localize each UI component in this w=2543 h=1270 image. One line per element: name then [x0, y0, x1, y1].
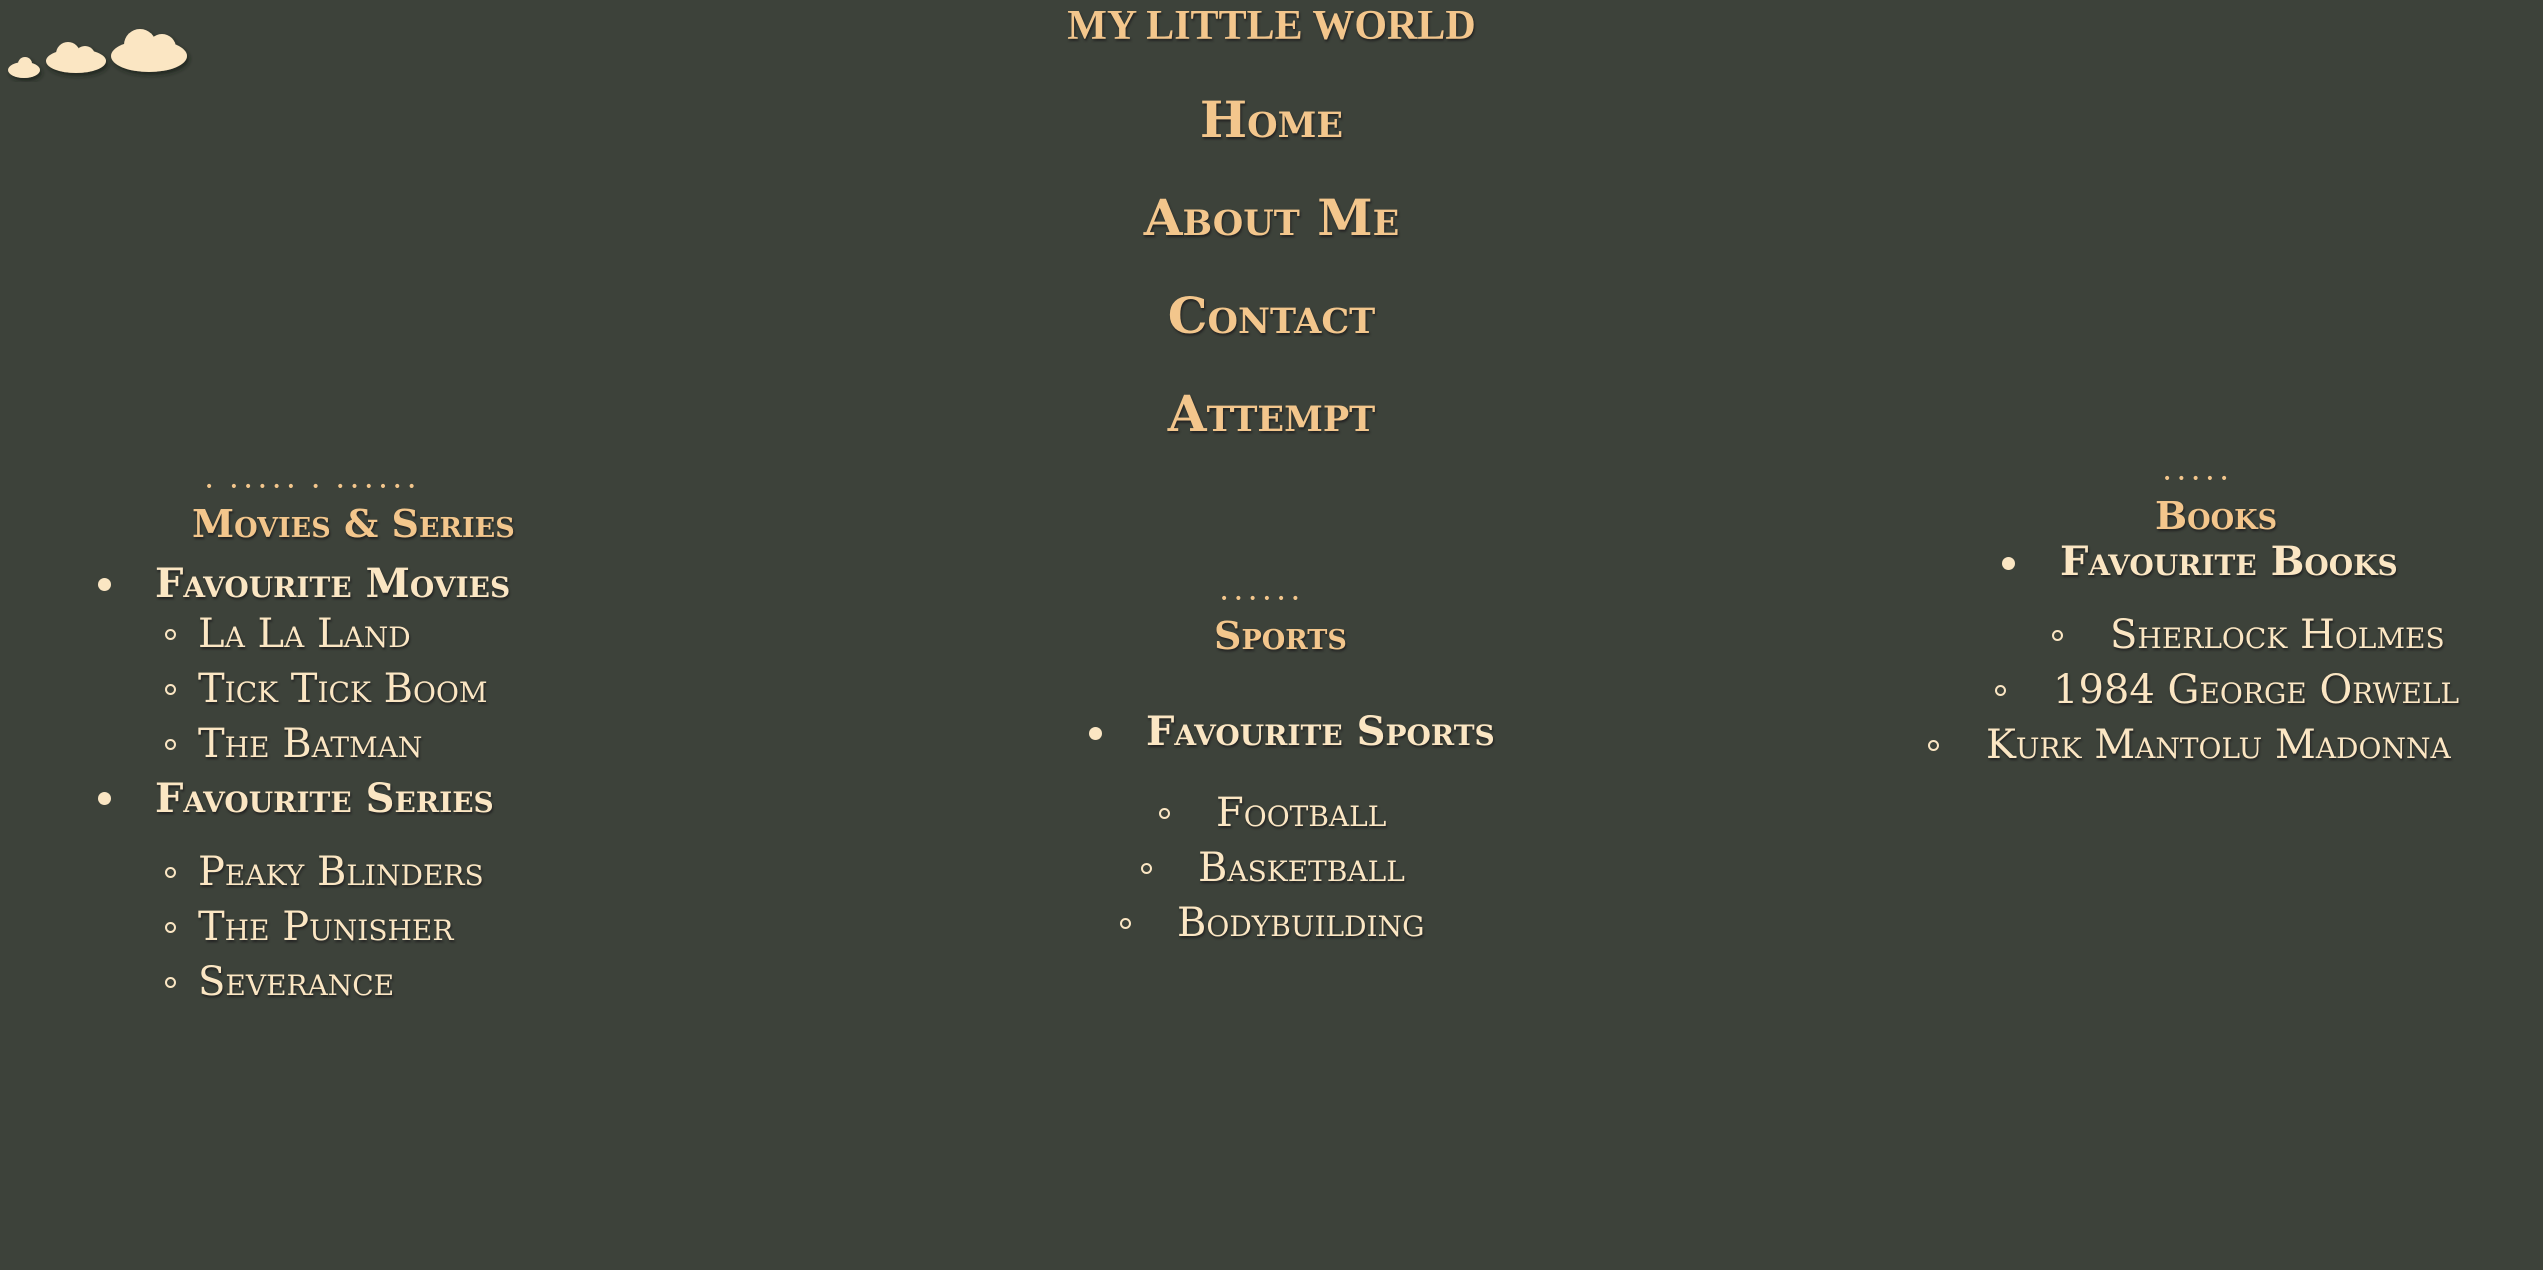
circle-bullet-icon: [165, 629, 176, 640]
section-title-sports: Sports: [1214, 613, 1347, 658]
list-item: Kurk Mantolu Madonna: [1986, 722, 2451, 768]
section-dots: •••••: [2163, 471, 2235, 487]
site-title: MY LITTLE WORLD: [1067, 3, 1476, 49]
list-item: 1984 George Orwell: [2053, 667, 2460, 713]
bullet-icon: [1089, 727, 1102, 740]
circle-bullet-icon: [1928, 740, 1939, 751]
list-item: Football: [1216, 790, 1387, 836]
section-title-movies: Movies & Series: [192, 501, 515, 546]
nav-link-home[interactable]: Home: [1200, 90, 1343, 149]
nav-link-attempt[interactable]: Attempt: [1168, 384, 1375, 443]
list-item: Peaky Blinders: [198, 849, 484, 895]
circle-bullet-icon: [165, 977, 176, 988]
section-dots: ••••••: [1220, 591, 1306, 607]
nav-item-home: Home: [0, 90, 2543, 188]
section-dots: • ••••• • ••••••: [205, 479, 422, 495]
list-item: Bodybuilding: [1177, 900, 1425, 946]
list-item: Severance: [198, 959, 395, 1005]
nav-link-about-me[interactable]: About Me: [1144, 188, 1400, 247]
category-favourite-sports: Favourite Sports: [1146, 708, 1495, 755]
list-item: Sherlock Holmes: [2110, 612, 2445, 658]
section-title-books: Books: [2155, 493, 2278, 538]
list-item: The Batman: [198, 721, 423, 767]
bullet-icon: [98, 578, 111, 591]
circle-bullet-icon: [165, 867, 176, 878]
nav-item-about-me: About Me: [0, 188, 2543, 286]
bullet-icon: [98, 792, 111, 805]
circle-bullet-icon: [1120, 918, 1131, 929]
list-item: Basketball: [1198, 845, 1405, 891]
category-favourite-movies: Favourite Movies: [155, 560, 511, 607]
main-nav: Home About Me Contact Attempt: [0, 90, 2543, 482]
category-favourite-books: Favourite Books: [2060, 538, 2398, 585]
circle-bullet-icon: [1141, 863, 1152, 874]
list-item: The Punisher: [198, 904, 454, 950]
list-item: La La Land: [198, 611, 411, 657]
circle-bullet-icon: [1995, 685, 2006, 696]
circle-bullet-icon: [1159, 808, 1170, 819]
nav-item-attempt: Attempt: [0, 384, 2543, 482]
circle-bullet-icon: [165, 684, 176, 695]
circle-bullet-icon: [165, 739, 176, 750]
nav-link-contact[interactable]: Contact: [1168, 286, 1375, 345]
category-favourite-series: Favourite Series: [155, 775, 494, 822]
nav-item-contact: Contact: [0, 286, 2543, 384]
circle-bullet-icon: [165, 922, 176, 933]
bullet-icon: [2002, 557, 2015, 570]
circle-bullet-icon: [2052, 630, 2063, 641]
list-item: Tick Tick Boom: [198, 666, 488, 712]
